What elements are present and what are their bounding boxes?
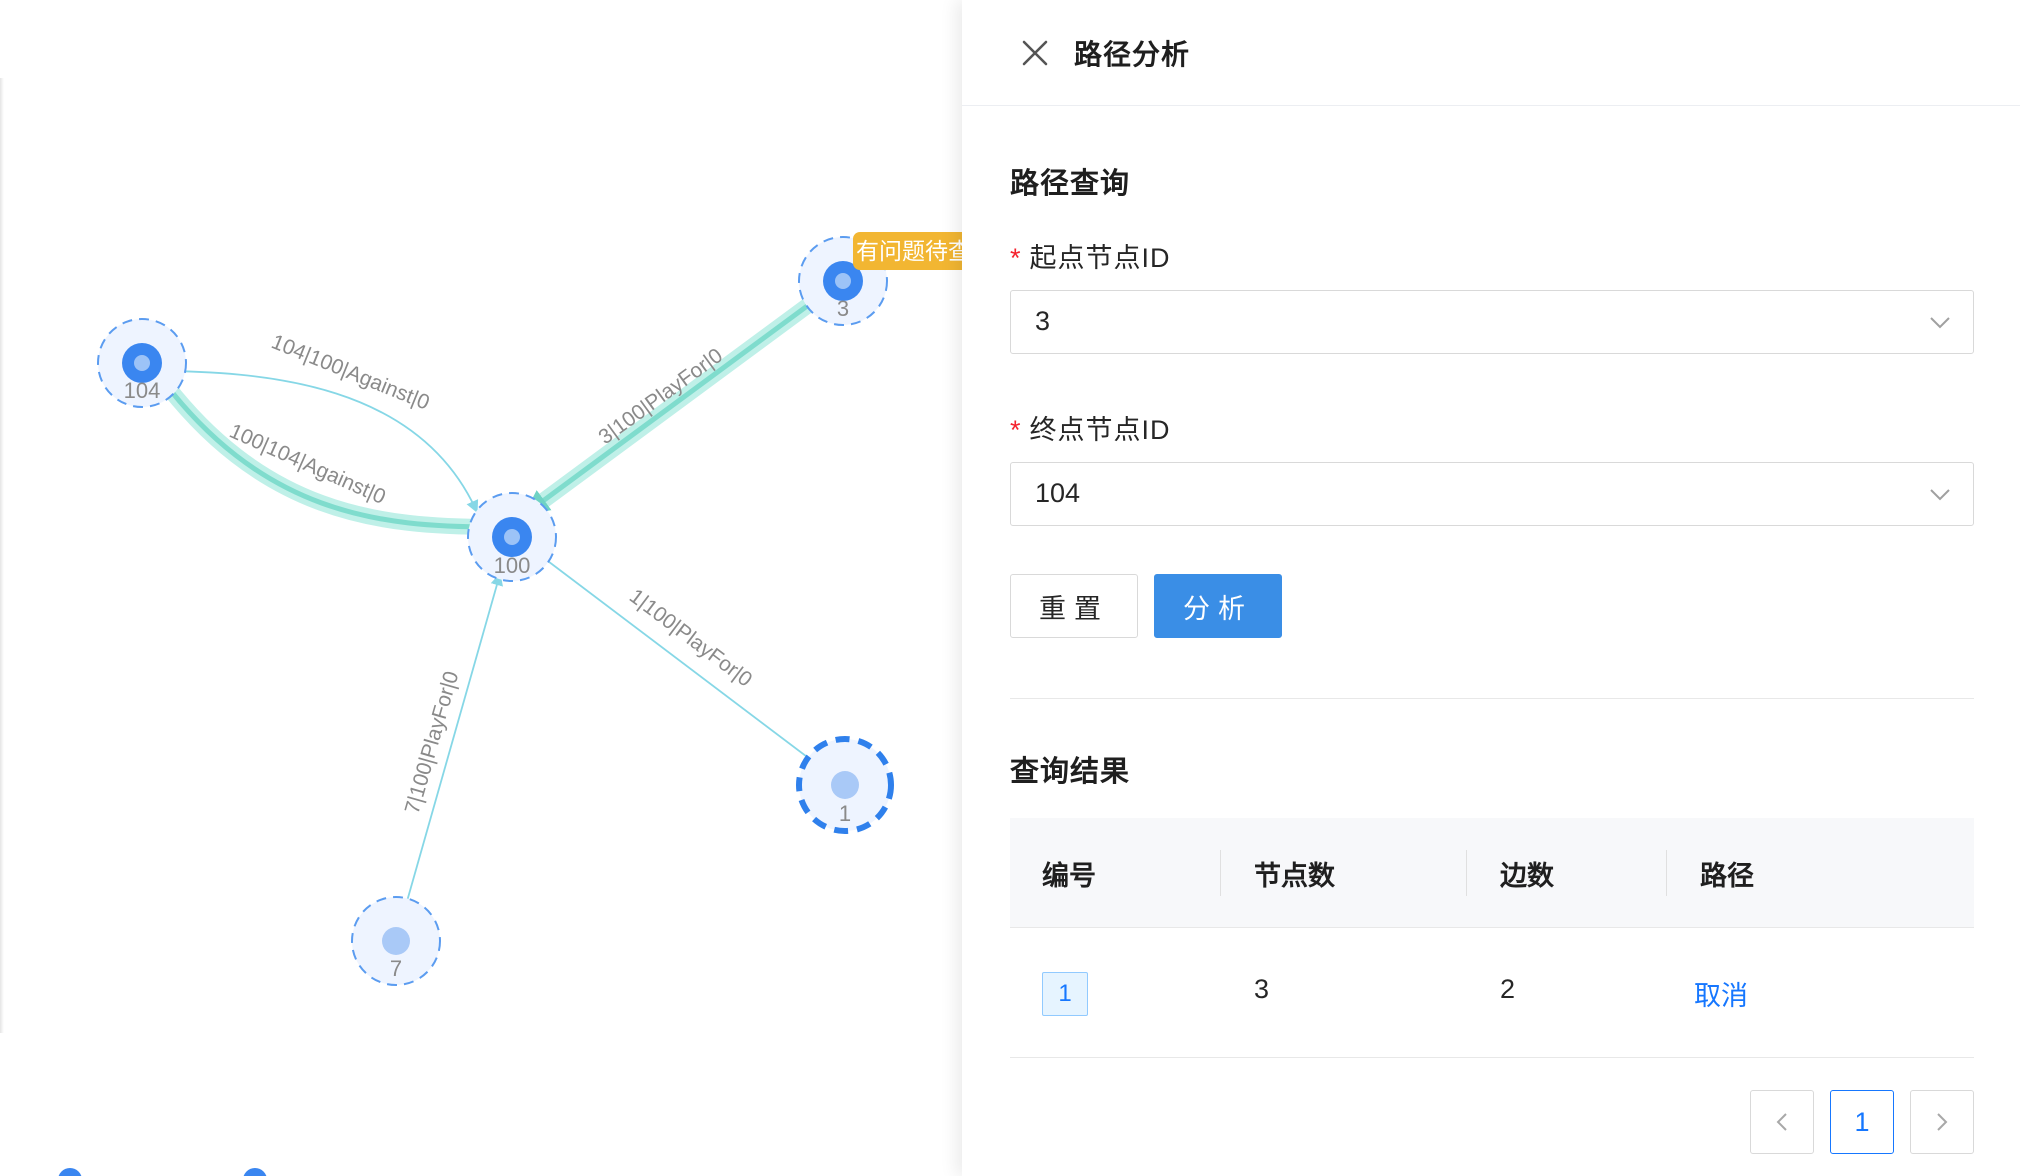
row-node-count: 3 xyxy=(1254,974,1270,1004)
reset-button[interactable]: 重置 xyxy=(1010,574,1138,638)
chevron-right-icon xyxy=(1937,1113,1948,1131)
start-node-label: * 起点节点ID xyxy=(1010,243,1171,273)
svg-text:有问题待查: 有问题待查 xyxy=(856,239,962,265)
graph-node[interactable]: 1 xyxy=(796,736,894,834)
row-edge-count: 2 xyxy=(1500,974,1516,1004)
drawer-title: 路径分析 xyxy=(1074,39,1191,70)
column-header-id: 编号 xyxy=(1042,861,1096,891)
column-divider xyxy=(1666,850,1667,896)
required-mark: * xyxy=(1010,243,1022,273)
node-tag: 有问题待查 xyxy=(853,232,962,270)
column-header-edge-count: 边数 xyxy=(1500,861,1554,891)
column-header-node-count: 节点数 xyxy=(1254,861,1335,891)
table-header: 编号 节点数 边数 路径 xyxy=(1010,818,1974,928)
graph-view[interactable]: 104|100|Against|0 100|104|Against|0 3|10… xyxy=(0,0,962,1176)
column-divider xyxy=(1220,850,1221,896)
highlighted-path xyxy=(147,273,849,535)
chevron-left-icon xyxy=(1776,1113,1787,1131)
legend-fragment xyxy=(58,1168,267,1176)
edge-label: 104|100|Against|0 xyxy=(268,330,433,414)
edge-label: 1|100|PlayFor|0 xyxy=(625,585,756,692)
results-table: 编号 节点数 边数 路径 1 3 2 取消 xyxy=(1010,818,1974,1058)
section-divider xyxy=(1010,698,1974,699)
close-icon[interactable] xyxy=(1020,38,1050,68)
column-header-path: 路径 xyxy=(1700,861,1754,891)
result-section-title: 查询结果 xyxy=(1010,756,1131,788)
required-mark: * xyxy=(1010,415,1022,445)
path-analysis-drawer: 路径分析 路径查询 * 起点节点ID 3 * 终点节点ID 104 重置 分析 查询… xyxy=(962,0,2020,1176)
node-label: 100 xyxy=(494,553,531,578)
end-node-value: 104 xyxy=(1035,478,1081,508)
analyze-button[interactable]: 分析 xyxy=(1154,574,1282,638)
node-label: 7 xyxy=(390,956,402,981)
row-id-tag: 1 xyxy=(1042,972,1088,1016)
graph-node[interactable]: 7 xyxy=(351,896,441,986)
column-divider xyxy=(1466,850,1467,896)
node-label: 1 xyxy=(839,801,851,826)
pagination-page-button[interactable]: 1 xyxy=(1830,1090,1894,1154)
edge-label: 7|100|PlayFor|0 xyxy=(401,669,464,817)
start-node-select[interactable]: 3 xyxy=(1010,290,1974,354)
node-label: 104 xyxy=(124,378,161,403)
query-section-title: 路径查询 xyxy=(1010,168,1131,200)
start-node-value: 3 xyxy=(1035,306,1051,336)
table-row[interactable]: 1 3 2 取消 xyxy=(1010,928,1974,1058)
graph-node[interactable]: 104 xyxy=(97,318,187,408)
graph-canvas[interactable]: 104|100|Against|0 100|104|Against|0 3|10… xyxy=(0,0,962,1176)
cancel-path-link[interactable]: 取消 xyxy=(1694,974,1748,1013)
graph-node[interactable]: 100 xyxy=(467,492,557,582)
drawer-header: 路径分析 xyxy=(962,0,2020,106)
pagination-prev-button[interactable] xyxy=(1750,1090,1814,1154)
pagination-next-button[interactable] xyxy=(1910,1090,1974,1154)
chevron-down-icon xyxy=(1930,317,1950,329)
end-node-label: * 终点节点ID xyxy=(1010,415,1171,445)
node-label: 3 xyxy=(837,296,849,321)
edge-label: 3|100|PlayFor|0 xyxy=(594,344,727,449)
end-node-select[interactable]: 104 xyxy=(1010,462,1974,526)
chevron-down-icon xyxy=(1930,489,1950,501)
